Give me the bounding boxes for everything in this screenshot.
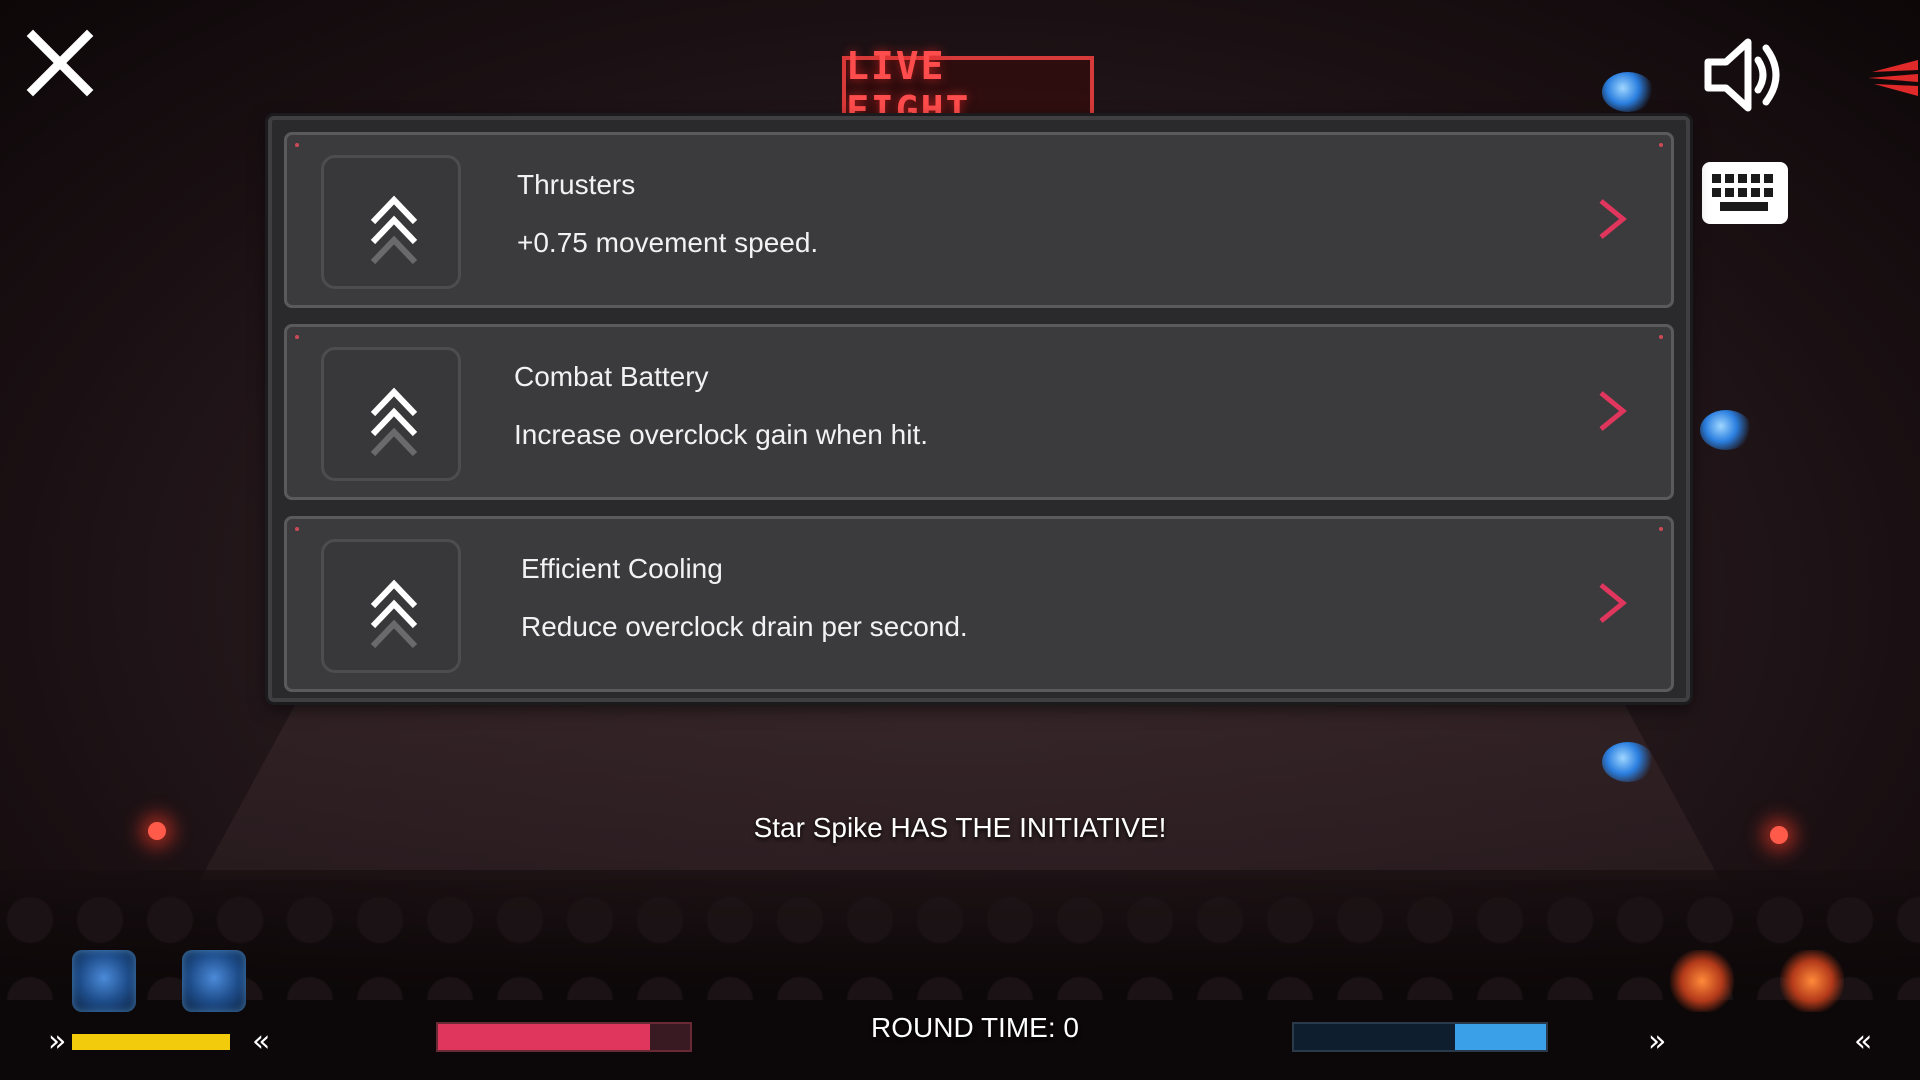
upgrade-title: Efficient Cooling bbox=[521, 553, 723, 584]
blue-energy-orb bbox=[1602, 742, 1654, 782]
chevron-right-icon bbox=[1599, 391, 1627, 431]
upgrade-title: Combat Battery bbox=[514, 361, 709, 392]
opponent-ability-icon bbox=[1780, 950, 1844, 1012]
double-chevron-up-icon bbox=[370, 579, 418, 649]
left-meter-arrow: « bbox=[252, 1024, 271, 1059]
upgrade-card-combat-battery[interactable]: Combat Battery Increase overclock gain w… bbox=[284, 324, 1674, 500]
corner-rivet bbox=[295, 527, 299, 531]
close-button[interactable] bbox=[25, 28, 95, 98]
corner-rivet bbox=[1659, 335, 1663, 339]
sound-toggle-button[interactable] bbox=[1700, 30, 1790, 120]
double-chevron-up-icon bbox=[370, 195, 418, 265]
corner-rivet bbox=[295, 335, 299, 339]
corner-rivet bbox=[295, 143, 299, 147]
upgrade-title: Thrusters bbox=[517, 169, 636, 200]
opponent-energy-bar bbox=[1292, 1022, 1548, 1052]
right-meter-arrow: » bbox=[1648, 1024, 1667, 1059]
player-health-bar bbox=[436, 1022, 692, 1052]
blue-energy-orb bbox=[1700, 410, 1752, 450]
blue-energy-orb bbox=[1602, 72, 1654, 112]
round-timer: ROUND TIME: 0 bbox=[871, 1012, 1079, 1043]
speaker-icon bbox=[1704, 38, 1780, 112]
upgrade-icon-frame bbox=[321, 155, 461, 289]
opponent-ability-icon bbox=[1670, 950, 1734, 1012]
initiative-message: Star Spike HAS THE INITIATIVE! bbox=[753, 812, 1167, 843]
keyboard-controls-button[interactable] bbox=[1698, 158, 1792, 228]
upgrade-description: +0.75 movement speed. bbox=[517, 227, 819, 258]
upgrade-selection-panel: Thrusters +0.75 movement speed. Combat B… bbox=[268, 116, 1690, 702]
player-ability-icon[interactable] bbox=[182, 950, 246, 1012]
upgrade-description: Reduce overclock drain per second. bbox=[521, 611, 968, 642]
crowd-silhouettes bbox=[0, 880, 1920, 1000]
opponent-energy-fill bbox=[1455, 1024, 1546, 1050]
upgrade-card-efficient-cooling[interactable]: Efficient Cooling Reduce overclock drain… bbox=[284, 516, 1674, 692]
live-fight-sign: LIVE FIGHT bbox=[842, 44, 1094, 132]
upgrade-icon-frame bbox=[321, 347, 461, 481]
corner-rivet bbox=[1659, 143, 1663, 147]
upgrade-icon-frame bbox=[321, 539, 461, 673]
team-emblem-icon bbox=[1862, 50, 1920, 100]
upgrade-description: Increase overclock gain when hit. bbox=[514, 419, 928, 450]
chevron-right-icon bbox=[1599, 199, 1627, 239]
player-ability-icon[interactable] bbox=[72, 950, 136, 1012]
right-meter-arrow: « bbox=[1854, 1024, 1873, 1059]
corner-rivet bbox=[1659, 527, 1663, 531]
player-health-fill bbox=[438, 1024, 650, 1050]
player-overclock-fill bbox=[72, 1034, 230, 1050]
keyboard-icon bbox=[1702, 162, 1788, 224]
close-icon bbox=[26, 29, 94, 97]
upgrade-card-thrusters[interactable]: Thrusters +0.75 movement speed. bbox=[284, 132, 1674, 308]
chevron-right-icon bbox=[1599, 583, 1627, 623]
double-chevron-up-icon bbox=[370, 387, 418, 457]
left-meter-arrow: » bbox=[48, 1024, 67, 1059]
player-overclock-meter bbox=[72, 1034, 230, 1050]
